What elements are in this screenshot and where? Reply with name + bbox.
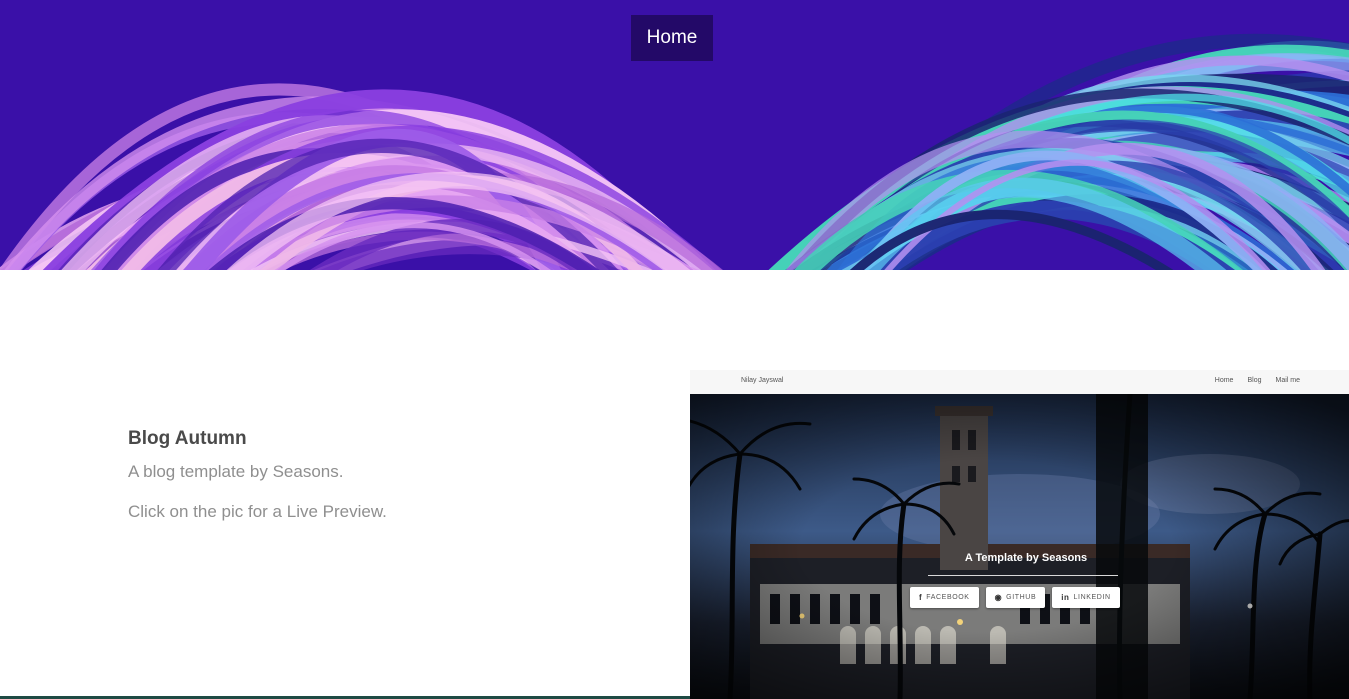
preview-menu: Home Blog Mail me [1215, 377, 1300, 384]
project-description: A blog template by Seasons. [128, 462, 344, 481]
nav-home-link[interactable]: Home [631, 15, 713, 61]
preview-heading: A Template by Seasons [964, 552, 1088, 564]
preview-brand: Nilay Jayswal [741, 377, 784, 384]
preview-navbar: Nilay Jayswal Home Blog Mail me [690, 370, 1349, 395]
preview-social-buttons: f FACEBOOK ◉ GITHUB in LINKEDIN [910, 587, 1120, 608]
preview-linkedin-button: in LINKEDIN [1052, 587, 1120, 608]
facebook-icon: f [919, 593, 923, 602]
project-hint: Click on the pic for a Live Preview. [128, 502, 387, 521]
preview-menu-mail: Mail me [1275, 377, 1300, 384]
project-title: Blog Autumn [128, 428, 247, 449]
preview-github-button: ◉ GITHUB [985, 587, 1046, 608]
project-info: Blog Autumn A blog template by Seasons. … [128, 428, 548, 522]
preview-menu-home: Home [1214, 377, 1234, 384]
linkedin-icon: in [1061, 593, 1070, 602]
github-icon: ◉ [994, 593, 1003, 602]
preview-photo [690, 394, 1349, 699]
preview-divider [928, 575, 1118, 576]
preview-linkedin-label: LINKEDIN [1073, 594, 1111, 601]
hero-banner: Home [0, 0, 1349, 270]
preview-github-label: GITHUB [1006, 594, 1037, 601]
preview-menu-blog: Blog [1247, 377, 1262, 384]
preview-facebook-label: FACEBOOK [926, 594, 970, 601]
preview-facebook-button: f FACEBOOK [910, 587, 979, 608]
live-preview-image[interactable]: Nilay Jayswal Home Blog Mail me A Templa… [690, 370, 1349, 699]
